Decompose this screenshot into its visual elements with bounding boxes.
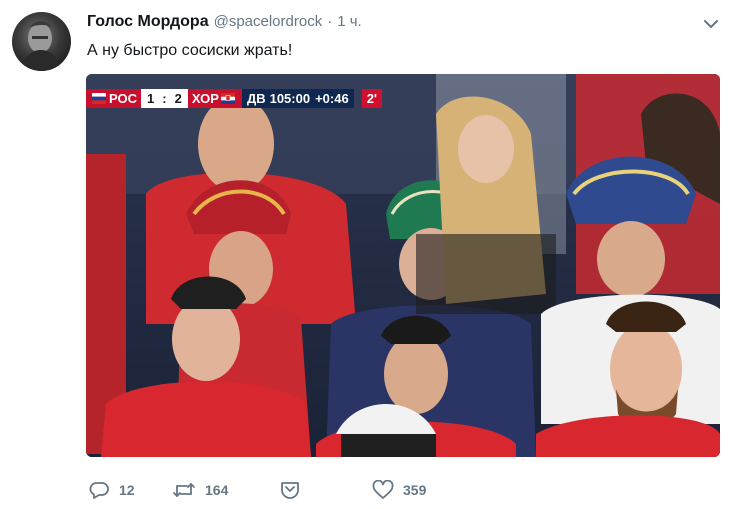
croatia-flag-icon [220, 93, 235, 104]
reply-button[interactable]: 12 [88, 480, 172, 500]
scoreboard: РОС 1 : 2 ХОР ДВ 105:00 +0:46 2' [86, 89, 383, 108]
scoreboard-extra-text: 2' [366, 91, 378, 106]
scoreboard-period: ДВ [246, 91, 266, 106]
russia-flag-icon [92, 93, 106, 104]
scoreboard-score2-cell: 2 [168, 89, 188, 108]
scoreboard-score1-cell: 1 [141, 89, 161, 108]
retweet-button[interactable]: 164 [172, 480, 280, 500]
retweet-count: 164 [205, 482, 229, 498]
author-display-name[interactable]: Голос Мордора [87, 13, 209, 31]
like-button[interactable]: 359 [372, 480, 426, 500]
scoreboard-score1: 1 [147, 91, 155, 106]
chevron-down-icon[interactable] [703, 17, 719, 29]
reply-count: 12 [119, 482, 135, 498]
retweet-icon [173, 483, 195, 497]
avatar[interactable] [12, 12, 71, 71]
reply-icon [89, 482, 109, 499]
author-handle[interactable]: @spacelordrock [214, 13, 323, 30]
heart-icon [372, 480, 394, 499]
tweet-header: Голос Мордора @spacelordrock · 1 ч. [87, 13, 719, 35]
direct-message-button[interactable] [280, 481, 372, 499]
scoreboard-team-home: РОС [86, 89, 141, 108]
tweet-actions: 12 164 359 [88, 476, 426, 504]
like-count: 359 [403, 482, 427, 498]
scoreboard-extra-time: 2' [361, 89, 383, 108]
scoreboard-team2: ХОР [191, 91, 219, 106]
scoreboard-time: 105:00 [269, 91, 311, 106]
scoreboard-separator: : [160, 89, 169, 108]
scoreboard-added-time: +0:46 [315, 91, 349, 106]
photo-crowd-illustration [86, 74, 720, 457]
scoreboard-score2: 2 [174, 91, 182, 106]
tweet-photo[interactable]: РОС 1 : 2 ХОР ДВ 105:00 +0:46 2' [86, 74, 720, 457]
tweet-timestamp[interactable]: 1 ч. [337, 13, 362, 30]
direct-message-icon [281, 482, 299, 499]
tweet-text: А ну быстро сосиски жрать! [87, 42, 293, 59]
separator-dot: · [327, 13, 333, 30]
scoreboard-team1: РОС [109, 91, 137, 106]
scoreboard-team-away: ХОР [187, 89, 242, 108]
scoreboard-separator-text: : [162, 91, 167, 106]
scoreboard-clock: ДВ 105:00 +0:46 [241, 89, 354, 108]
